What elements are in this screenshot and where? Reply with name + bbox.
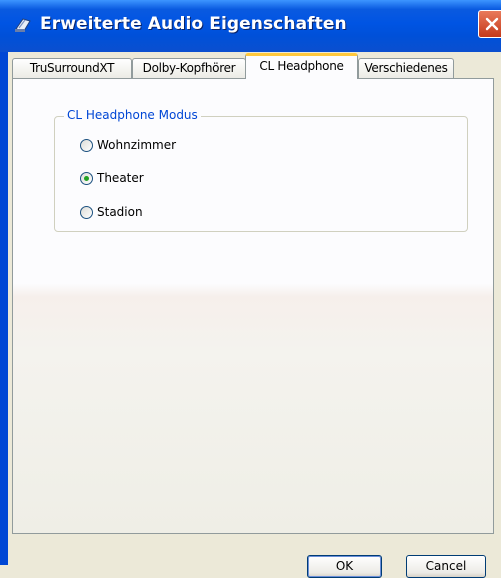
radio-circle[interactable] xyxy=(80,139,93,152)
tab-trusurroundxt[interactable]: TruSurroundXT xyxy=(12,58,132,78)
group-title: CL Headphone Modus xyxy=(64,108,201,122)
close-icon xyxy=(485,17,499,31)
radio-label: Wohnzimmer xyxy=(97,138,177,152)
audio-app-icon xyxy=(15,18,31,32)
window-frame-left xyxy=(0,52,8,565)
window-title: Erweiterte Audio Eigenschaften xyxy=(40,14,347,34)
tab-cl-headphone[interactable]: CL Headphone xyxy=(245,53,358,79)
close-button[interactable] xyxy=(478,10,501,38)
tab-verschiedenes[interactable]: Verschiedenes xyxy=(358,58,454,78)
tab-dolby-kopfhoerer[interactable]: Dolby-Kopfhörer xyxy=(132,58,246,78)
radio-circle[interactable] xyxy=(80,206,93,219)
radio-circle[interactable] xyxy=(80,172,93,185)
cancel-button[interactable]: Cancel xyxy=(406,555,486,578)
dialog-client-area: TruSurroundXT Dolby-Kopfhörer CL Headpho… xyxy=(8,52,501,578)
ok-button[interactable]: OK xyxy=(307,555,382,578)
radio-label: Stadion xyxy=(97,205,143,219)
radio-selected-dot xyxy=(84,176,89,181)
title-bar[interactable]: Erweiterte Audio Eigenschaften xyxy=(0,0,501,52)
radio-label: Theater xyxy=(97,171,144,185)
